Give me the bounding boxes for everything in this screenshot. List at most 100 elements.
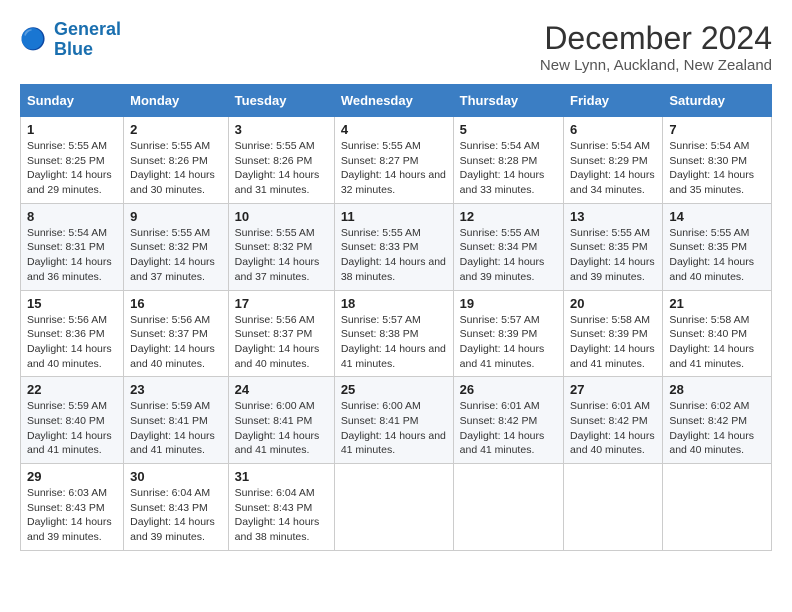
day-info: Sunrise: 5:55 AM Sunset: 8:33 PM Dayligh… xyxy=(341,226,447,285)
day-number: 25 xyxy=(341,382,447,397)
calendar-cell: 20 Sunrise: 5:58 AM Sunset: 8:39 PM Dayl… xyxy=(564,290,663,377)
day-number: 10 xyxy=(235,209,328,224)
day-number: 18 xyxy=(341,296,447,311)
day-info: Sunrise: 6:00 AM Sunset: 8:41 PM Dayligh… xyxy=(235,399,328,458)
calendar-cell: 4 Sunrise: 5:55 AM Sunset: 8:27 PM Dayli… xyxy=(334,117,453,204)
day-info: Sunrise: 5:54 AM Sunset: 8:28 PM Dayligh… xyxy=(460,139,557,198)
day-info: Sunrise: 5:56 AM Sunset: 8:37 PM Dayligh… xyxy=(235,313,328,372)
day-number: 17 xyxy=(235,296,328,311)
day-number: 24 xyxy=(235,382,328,397)
calendar-cell: 3 Sunrise: 5:55 AM Sunset: 8:26 PM Dayli… xyxy=(228,117,334,204)
calendar-cell: 24 Sunrise: 6:00 AM Sunset: 8:41 PM Dayl… xyxy=(228,377,334,464)
day-number: 23 xyxy=(130,382,222,397)
day-info: Sunrise: 5:55 AM Sunset: 8:25 PM Dayligh… xyxy=(27,139,117,198)
calendar-week-row: 22 Sunrise: 5:59 AM Sunset: 8:40 PM Dayl… xyxy=(21,377,772,464)
calendar-cell xyxy=(453,464,563,551)
day-number: 22 xyxy=(27,382,117,397)
day-number: 21 xyxy=(669,296,765,311)
calendar-cell: 6 Sunrise: 5:54 AM Sunset: 8:29 PM Dayli… xyxy=(564,117,663,204)
calendar-cell: 29 Sunrise: 6:03 AM Sunset: 8:43 PM Dayl… xyxy=(21,464,124,551)
calendar-cell: 22 Sunrise: 5:59 AM Sunset: 8:40 PM Dayl… xyxy=(21,377,124,464)
day-info: Sunrise: 6:01 AM Sunset: 8:42 PM Dayligh… xyxy=(460,399,557,458)
day-number: 19 xyxy=(460,296,557,311)
calendar-cell: 28 Sunrise: 6:02 AM Sunset: 8:42 PM Dayl… xyxy=(663,377,772,464)
day-info: Sunrise: 5:55 AM Sunset: 8:26 PM Dayligh… xyxy=(130,139,222,198)
col-friday: Friday xyxy=(564,85,663,117)
day-info: Sunrise: 5:54 AM Sunset: 8:29 PM Dayligh… xyxy=(570,139,656,198)
day-number: 9 xyxy=(130,209,222,224)
calendar-cell: 23 Sunrise: 5:59 AM Sunset: 8:41 PM Dayl… xyxy=(124,377,229,464)
day-info: Sunrise: 5:56 AM Sunset: 8:36 PM Dayligh… xyxy=(27,313,117,372)
day-number: 5 xyxy=(460,122,557,137)
day-number: 26 xyxy=(460,382,557,397)
logo-text: General Blue xyxy=(54,20,121,60)
day-info: Sunrise: 6:03 AM Sunset: 8:43 PM Dayligh… xyxy=(27,486,117,545)
day-number: 30 xyxy=(130,469,222,484)
calendar-cell: 18 Sunrise: 5:57 AM Sunset: 8:38 PM Dayl… xyxy=(334,290,453,377)
page-header: 🔵 General Blue December 2024 New Lynn, A… xyxy=(20,20,772,74)
day-number: 3 xyxy=(235,122,328,137)
day-info: Sunrise: 5:55 AM Sunset: 8:34 PM Dayligh… xyxy=(460,226,557,285)
calendar-cell: 26 Sunrise: 6:01 AM Sunset: 8:42 PM Dayl… xyxy=(453,377,563,464)
day-info: Sunrise: 5:55 AM Sunset: 8:32 PM Dayligh… xyxy=(130,226,222,285)
logo-icon: 🔵 xyxy=(20,25,50,55)
day-number: 12 xyxy=(460,209,557,224)
day-info: Sunrise: 5:54 AM Sunset: 8:31 PM Dayligh… xyxy=(27,226,117,285)
calendar-cell: 2 Sunrise: 5:55 AM Sunset: 8:26 PM Dayli… xyxy=(124,117,229,204)
day-number: 14 xyxy=(669,209,765,224)
day-number: 6 xyxy=(570,122,656,137)
day-info: Sunrise: 5:55 AM Sunset: 8:26 PM Dayligh… xyxy=(235,139,328,198)
calendar-cell: 17 Sunrise: 5:56 AM Sunset: 8:37 PM Dayl… xyxy=(228,290,334,377)
calendar-cell: 7 Sunrise: 5:54 AM Sunset: 8:30 PM Dayli… xyxy=(663,117,772,204)
title-area: December 2024 New Lynn, Auckland, New Ze… xyxy=(540,20,772,74)
day-info: Sunrise: 6:00 AM Sunset: 8:41 PM Dayligh… xyxy=(341,399,447,458)
day-number: 28 xyxy=(669,382,765,397)
day-info: Sunrise: 6:02 AM Sunset: 8:42 PM Dayligh… xyxy=(669,399,765,458)
calendar-week-row: 1 Sunrise: 5:55 AM Sunset: 8:25 PM Dayli… xyxy=(21,117,772,204)
calendar-cell: 12 Sunrise: 5:55 AM Sunset: 8:34 PM Dayl… xyxy=(453,203,563,290)
day-info: Sunrise: 5:58 AM Sunset: 8:39 PM Dayligh… xyxy=(570,313,656,372)
col-sunday: Sunday xyxy=(21,85,124,117)
day-number: 11 xyxy=(341,209,447,224)
calendar-cell xyxy=(334,464,453,551)
calendar-cell: 30 Sunrise: 6:04 AM Sunset: 8:43 PM Dayl… xyxy=(124,464,229,551)
day-info: Sunrise: 6:04 AM Sunset: 8:43 PM Dayligh… xyxy=(235,486,328,545)
day-info: Sunrise: 5:55 AM Sunset: 8:35 PM Dayligh… xyxy=(669,226,765,285)
calendar-cell: 25 Sunrise: 6:00 AM Sunset: 8:41 PM Dayl… xyxy=(334,377,453,464)
day-number: 15 xyxy=(27,296,117,311)
day-number: 7 xyxy=(669,122,765,137)
calendar-cell: 14 Sunrise: 5:55 AM Sunset: 8:35 PM Dayl… xyxy=(663,203,772,290)
day-number: 29 xyxy=(27,469,117,484)
day-info: Sunrise: 5:59 AM Sunset: 8:40 PM Dayligh… xyxy=(27,399,117,458)
day-number: 13 xyxy=(570,209,656,224)
page-subtitle: New Lynn, Auckland, New Zealand xyxy=(540,57,772,74)
calendar-cell: 1 Sunrise: 5:55 AM Sunset: 8:25 PM Dayli… xyxy=(21,117,124,204)
col-wednesday: Wednesday xyxy=(334,85,453,117)
calendar-week-row: 29 Sunrise: 6:03 AM Sunset: 8:43 PM Dayl… xyxy=(21,464,772,551)
calendar-cell: 13 Sunrise: 5:55 AM Sunset: 8:35 PM Dayl… xyxy=(564,203,663,290)
calendar-cell: 5 Sunrise: 5:54 AM Sunset: 8:28 PM Dayli… xyxy=(453,117,563,204)
col-tuesday: Tuesday xyxy=(228,85,334,117)
svg-text:🔵: 🔵 xyxy=(20,26,46,51)
day-info: Sunrise: 5:59 AM Sunset: 8:41 PM Dayligh… xyxy=(130,399,222,458)
calendar-cell: 10 Sunrise: 5:55 AM Sunset: 8:32 PM Dayl… xyxy=(228,203,334,290)
calendar-cell: 27 Sunrise: 6:01 AM Sunset: 8:42 PM Dayl… xyxy=(564,377,663,464)
calendar-cell: 16 Sunrise: 5:56 AM Sunset: 8:37 PM Dayl… xyxy=(124,290,229,377)
day-info: Sunrise: 5:55 AM Sunset: 8:27 PM Dayligh… xyxy=(341,139,447,198)
day-number: 16 xyxy=(130,296,222,311)
page-title: December 2024 xyxy=(540,20,772,57)
calendar-header-row: Sunday Monday Tuesday Wednesday Thursday… xyxy=(21,85,772,117)
calendar-table: Sunday Monday Tuesday Wednesday Thursday… xyxy=(20,84,772,551)
calendar-cell: 19 Sunrise: 5:57 AM Sunset: 8:39 PM Dayl… xyxy=(453,290,563,377)
calendar-week-row: 8 Sunrise: 5:54 AM Sunset: 8:31 PM Dayli… xyxy=(21,203,772,290)
day-info: Sunrise: 6:01 AM Sunset: 8:42 PM Dayligh… xyxy=(570,399,656,458)
calendar-cell xyxy=(663,464,772,551)
day-number: 8 xyxy=(27,209,117,224)
day-number: 2 xyxy=(130,122,222,137)
day-number: 1 xyxy=(27,122,117,137)
calendar-week-row: 15 Sunrise: 5:56 AM Sunset: 8:36 PM Dayl… xyxy=(21,290,772,377)
calendar-cell xyxy=(564,464,663,551)
logo: 🔵 General Blue xyxy=(20,20,121,60)
col-monday: Monday xyxy=(124,85,229,117)
day-info: Sunrise: 5:55 AM Sunset: 8:35 PM Dayligh… xyxy=(570,226,656,285)
